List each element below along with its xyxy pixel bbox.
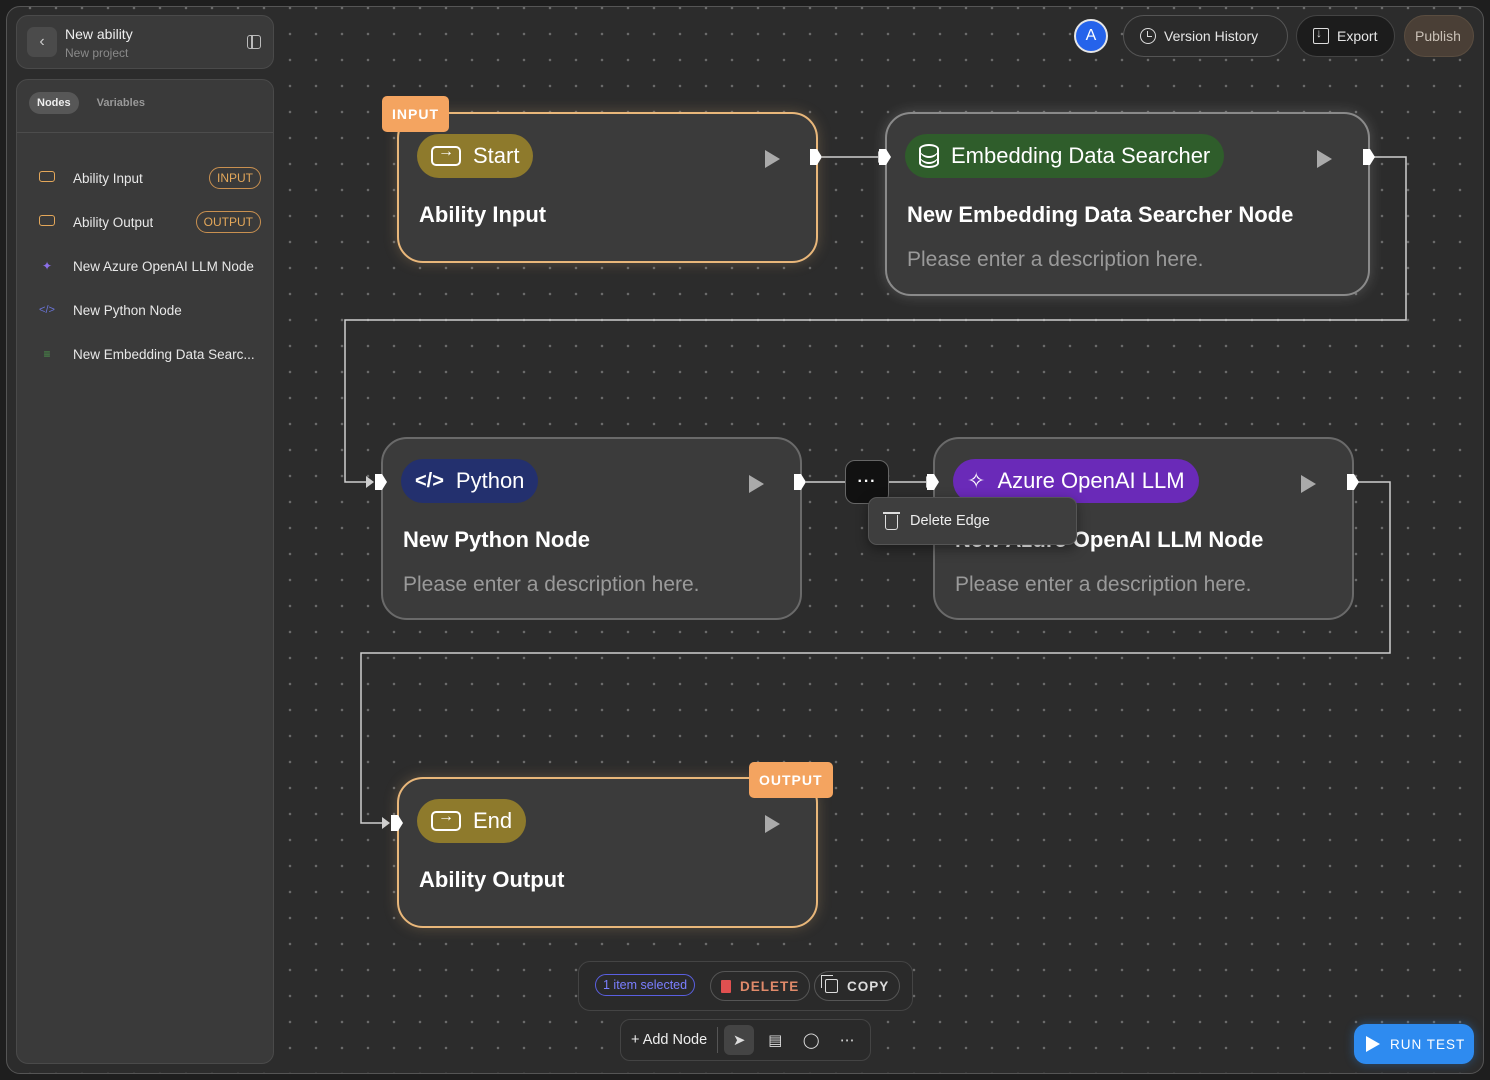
publish-button[interactable]: Publish [1404, 15, 1474, 57]
play-icon[interactable] [765, 815, 780, 833]
sidebar: Nodes Variables Ability Input INPUT Abil… [16, 79, 274, 1064]
selection-bar: 1 item selected DELETE COPY [578, 961, 913, 1011]
handle-azure-in[interactable] [926, 473, 940, 491]
input-badge: INPUT [209, 167, 261, 189]
add-node-button[interactable]: + Add Node [631, 1032, 707, 1048]
input-tag: INPUT [382, 96, 449, 132]
handle-embedding-in[interactable] [878, 148, 892, 166]
sparkles-icon: ✧ [967, 468, 986, 493]
node-list: Ability Input INPUT Ability Output OUTPU… [17, 156, 273, 376]
copy-label: COPY [847, 978, 890, 994]
chevron-left-icon: ‹ [39, 33, 45, 50]
play-icon[interactable] [765, 150, 780, 168]
node-end[interactable]: End Ability Output [397, 777, 818, 928]
comment-icon[interactable]: ◯ [796, 1025, 826, 1055]
canvas-toolbar: + Add Node ➤ ▤ ◯ ⋯ [620, 1019, 871, 1061]
node-title: Ability Output [419, 867, 565, 892]
pill-label: End [473, 808, 513, 833]
node-start[interactable]: Start Ability Input [397, 112, 818, 263]
back-button[interactable]: ‹ [27, 27, 57, 57]
run-test-button[interactable]: RUN TEST [1354, 1024, 1474, 1064]
note-icon[interactable]: ▤ [760, 1025, 790, 1055]
tab-variables[interactable]: Variables [89, 92, 153, 114]
export-button[interactable]: Export [1296, 15, 1395, 57]
sidebar-tabs: Nodes Variables [29, 92, 153, 114]
pill-label: Azure OpenAI LLM [997, 468, 1185, 493]
trash-icon [721, 979, 731, 993]
sidebar-toggle-icon[interactable] [247, 35, 261, 49]
io-icon [431, 808, 461, 831]
copy-icon [821, 975, 838, 993]
export-icon [1313, 26, 1329, 44]
selection-count: 1 item selected [595, 974, 696, 996]
sparkles-icon: ✦ [41, 259, 53, 273]
pointer-icon[interactable]: ➤ [724, 1025, 755, 1055]
project-header: ‹ New ability New project [16, 15, 274, 69]
node-type-pill: </> Python [401, 459, 539, 503]
sidebar-item-label: New Python Node [73, 302, 182, 318]
delete-label: DELETE [740, 978, 800, 994]
sidebar-item-ability-input[interactable]: Ability Input INPUT [17, 156, 273, 200]
pill-label: Embedding Data Searcher [951, 143, 1211, 168]
handle-python-out[interactable] [793, 473, 807, 491]
handle-end-in[interactable] [390, 814, 404, 832]
handle-python-in[interactable] [374, 473, 388, 491]
play-icon [1366, 1036, 1380, 1052]
tab-nodes[interactable]: Nodes [29, 92, 79, 114]
handle-start-out[interactable] [809, 148, 823, 166]
publish-label: Publish [1415, 28, 1461, 44]
play-icon[interactable] [749, 475, 764, 493]
delete-edge-menu-item[interactable]: Delete Edge [868, 497, 1077, 545]
node-type-pill: End [417, 799, 527, 843]
avatar[interactable]: A [1074, 19, 1108, 53]
play-icon[interactable] [1317, 150, 1332, 168]
sidebar-item-label: New Embedding Data Searc... [73, 346, 255, 362]
output-tag: OUTPUT [749, 762, 833, 798]
node-type-pill: Start [417, 134, 534, 178]
copy-button[interactable]: COPY [814, 971, 901, 1001]
handle-embedding-out[interactable] [1362, 148, 1376, 166]
delete-edge-label: Delete Edge [910, 513, 990, 529]
sidebar-item-label: Ability Output [73, 214, 154, 230]
sidebar-item-embedding[interactable]: ≡ New Embedding Data Searc... [17, 332, 273, 376]
node-title: New Python Node [403, 527, 591, 552]
play-icon[interactable] [1301, 475, 1316, 493]
sidebar-item-azure-llm[interactable]: ✦ New Azure OpenAI LLM Node [17, 244, 273, 288]
output-badge: OUTPUT [195, 211, 261, 233]
sidebar-item-python[interactable]: </> New Python Node [17, 288, 273, 332]
pill-label: Start [473, 143, 520, 168]
delete-button[interactable]: DELETE [710, 971, 811, 1001]
run-test-label: RUN TEST [1390, 1036, 1466, 1052]
clock-icon [1140, 28, 1156, 44]
version-history-button[interactable]: Version History [1123, 15, 1288, 57]
node-description: Please enter a description here. [955, 573, 1252, 596]
io-icon [431, 143, 461, 166]
divider [17, 132, 273, 133]
more-icon[interactable]: ⋯ [832, 1025, 862, 1055]
code-icon: </> [39, 304, 55, 316]
sidebar-item-label: Ability Input [73, 170, 143, 186]
sidebar-item-ability-output[interactable]: Ability Output OUTPUT [17, 200, 273, 244]
handle-azure-out[interactable] [1346, 473, 1360, 491]
database-icon [919, 144, 939, 168]
version-history-label: Version History [1164, 28, 1259, 44]
node-type-pill: Embedding Data Searcher [905, 134, 1225, 178]
pill-label: Python [455, 468, 525, 493]
divider [717, 1027, 719, 1053]
node-description: Please enter a description here. [907, 248, 1204, 271]
sidebar-item-label: New Azure OpenAI LLM Node [73, 258, 254, 274]
io-icon [37, 215, 57, 229]
trash-icon [883, 512, 900, 530]
code-icon: </> [415, 469, 444, 492]
node-description: Please enter a description here. [403, 573, 700, 596]
project-title: New ability [65, 26, 133, 42]
node-title: Ability Input [419, 202, 547, 227]
node-python[interactable]: </> Python New Python Node Please enter … [381, 437, 802, 620]
database-icon: ≡ [43, 347, 51, 361]
io-icon [37, 171, 57, 185]
export-label: Export [1337, 28, 1378, 44]
node-title: New Embedding Data Searcher Node [907, 202, 1294, 227]
node-embedding[interactable]: Embedding Data Searcher New Embedding Da… [885, 112, 1370, 296]
project-subtitle: New project [65, 46, 129, 60]
